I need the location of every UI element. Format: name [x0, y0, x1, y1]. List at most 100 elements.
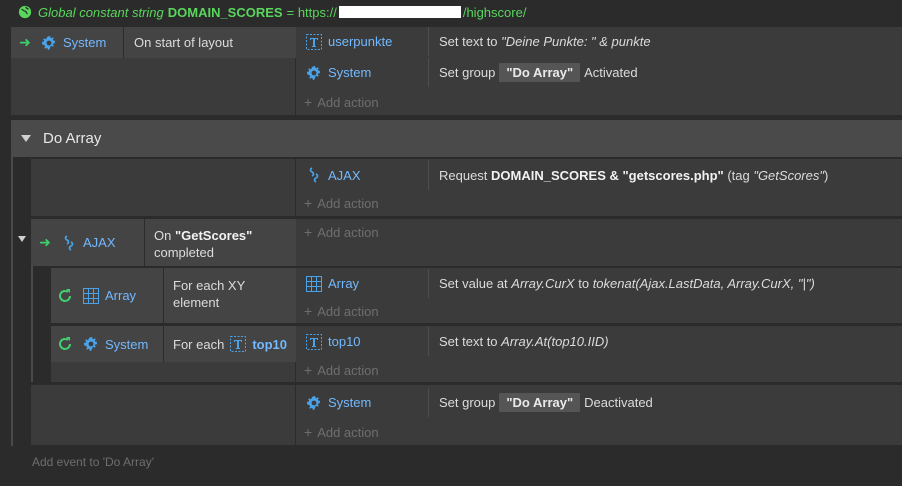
event-3-condition-text[interactable]: On "GetScores" completed [144, 219, 296, 266]
add-action-label: Add action [317, 195, 379, 211]
add-event-link[interactable]: Add event to 'Do Array' [32, 455, 154, 469]
condition-object-ref: top10 [252, 336, 287, 352]
add-action-button[interactable]: + Add action [304, 224, 379, 240]
condition-text-after: completed [154, 245, 214, 260]
group-header-do-array[interactable]: Do Array [11, 120, 902, 157]
event-4-condition-block[interactable] [31, 385, 296, 445]
plus-icon: + [304, 362, 313, 378]
loop-icon [57, 336, 73, 352]
collapse-triangle-icon[interactable] [21, 135, 31, 142]
action-object-name: top10 [328, 334, 361, 349]
condition-text-line2: element [173, 295, 220, 310]
add-action-button[interactable]: + Add action [304, 303, 379, 319]
action-text-after: Activated [584, 65, 638, 80]
action-text-before: Set text to [439, 334, 502, 349]
action-text-italic: "GetScores" [753, 167, 824, 183]
event-2-condition-block[interactable] [31, 159, 296, 216]
plus-icon: + [304, 303, 313, 319]
subevent-1-condition-object[interactable]: Array [51, 268, 163, 323]
event-1-condition-object[interactable]: ➜ System [11, 27, 123, 58]
gear-icon [306, 65, 322, 81]
event-1-condition-text[interactable]: On start of layout [123, 27, 296, 58]
global-constant-value-start: https:// [297, 4, 337, 20]
array-icon [306, 276, 322, 292]
action-object[interactable]: top10 [296, 327, 428, 356]
action-text-after: (tag [723, 167, 754, 183]
condition-text-before: For each [173, 336, 225, 352]
group-border [11, 157, 13, 446]
action-object[interactable]: AJAX [296, 160, 428, 190]
action-text[interactable]: Set group "Do Array" Activated [428, 58, 902, 87]
condition-text-line1: For each XY [173, 278, 246, 293]
global-constant-row[interactable]: Global constant string DOMAIN_SCORES = h… [0, 0, 902, 24]
text-icon [306, 34, 322, 50]
add-action-button[interactable]: + Add action [304, 362, 379, 378]
action-text-italic2: tokenat(Ajax.LastData, Array.CurX, "|") [592, 276, 815, 291]
gear-icon [41, 35, 57, 51]
globe-icon [18, 5, 32, 19]
action-text-end: ) [823, 167, 829, 183]
redacted-region [338, 6, 461, 18]
action-text-before: Set value at [439, 276, 512, 291]
action-text-italic: "Deine Punkte: " & punkte [501, 34, 651, 49]
add-action-label: Add action [317, 303, 379, 319]
action-object[interactable]: System [296, 58, 428, 87]
action-text-mid: to [574, 276, 593, 291]
action-text[interactable]: Request DOMAIN_SCORES & "getscores.php" … [428, 160, 902, 190]
condition-object-name: System [63, 35, 107, 50]
global-constant-equals: = [286, 4, 295, 20]
condition-text: On start of layout [134, 35, 233, 50]
condition-object-name: AJAX [83, 235, 116, 250]
text-icon [306, 334, 322, 350]
action-object-name: AJAX [328, 167, 361, 183]
action-object-name: System [328, 65, 372, 80]
plus-icon: + [304, 424, 313, 440]
action-text-before: Set group [439, 395, 496, 410]
add-action-button[interactable]: + Add action [304, 94, 379, 110]
ajax-icon [61, 235, 77, 251]
action-text-before: Set group [439, 65, 496, 80]
add-action-label: Add action [317, 224, 379, 240]
subevent-2-condition-object[interactable]: System [51, 326, 163, 362]
plus-icon: + [304, 195, 313, 211]
group-badge: "Do Array" [499, 393, 581, 412]
ajax-icon [306, 167, 322, 183]
action-text-before: Request [439, 167, 492, 183]
action-text-after: Deactivated [584, 395, 653, 410]
global-constant-value-end: /highscore/ [462, 4, 527, 20]
event-3-condition-object[interactable]: ➜ AJAX [31, 219, 144, 266]
condition-text-before: On [154, 228, 175, 243]
action-text-bold: DOMAIN_SCORES & "getscores.php" [491, 167, 724, 183]
subevent-2-condition-text[interactable]: For each top10 [163, 326, 296, 362]
action-text[interactable]: Set text to Array.At(top10.IID) [428, 327, 902, 356]
trigger-arrow-icon: ➜ [19, 34, 31, 50]
action-object-name: userpunkte [328, 34, 393, 49]
add-action-label: Add action [317, 424, 379, 440]
global-constant-name: DOMAIN_SCORES [167, 4, 283, 20]
array-icon [83, 288, 99, 304]
action-object[interactable]: Array [296, 269, 428, 298]
subevent-1-condition-text[interactable]: For each XY element [163, 268, 296, 323]
action-text[interactable]: Set group "Do Array" Deactivated [428, 388, 902, 417]
gear-icon [83, 336, 99, 352]
trigger-arrow-icon: ➜ [39, 234, 51, 250]
plus-icon: + [304, 224, 313, 240]
action-object[interactable]: System [296, 388, 428, 417]
action-text-italic: Array.At(top10.IID) [501, 334, 609, 349]
add-action-button[interactable]: + Add action [304, 424, 379, 440]
global-constant-prefix: Global constant string [38, 4, 164, 20]
action-object-name: System [328, 395, 372, 410]
condition-text-bold: "GetScores" [174, 228, 253, 243]
action-text[interactable]: Set value at Array.CurX to tokenat(Ajax.… [428, 269, 902, 298]
event-3-collapse-icon[interactable] [18, 236, 26, 242]
condition-object-name: Array [105, 288, 137, 303]
action-text-before: Set text to [439, 34, 502, 49]
loop-icon [57, 288, 73, 304]
group-title: Do Array [43, 130, 102, 147]
action-text[interactable]: Set text to "Deine Punkte: " & punkte [428, 27, 902, 56]
add-action-button[interactable]: + Add action [304, 195, 379, 211]
action-object[interactable]: userpunkte [296, 27, 428, 56]
add-action-label: Add action [317, 362, 379, 378]
plus-icon: + [304, 94, 313, 110]
action-text-italic: Array.CurX [511, 276, 575, 291]
